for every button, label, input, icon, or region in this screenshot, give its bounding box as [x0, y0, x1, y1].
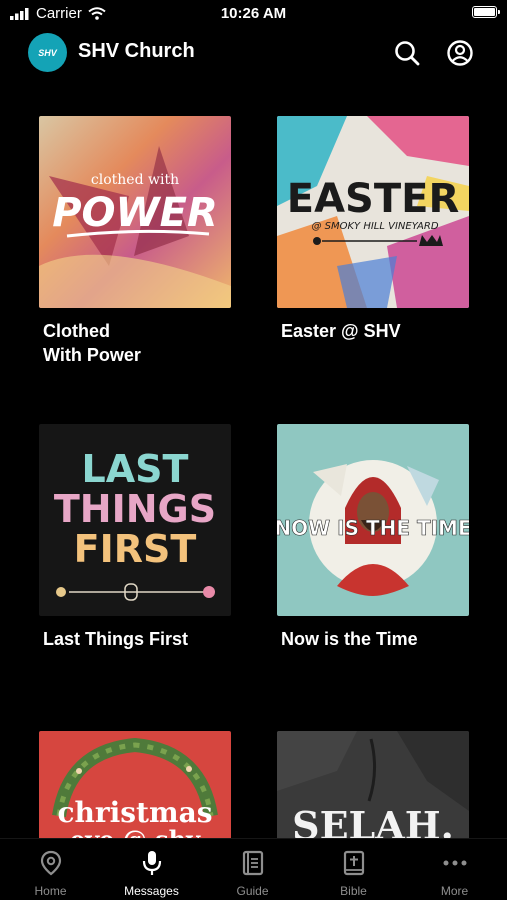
tab-label: Messages [124, 884, 179, 898]
series-title: Now is the Time [281, 629, 418, 649]
tab-guide[interactable]: Guide [202, 839, 303, 900]
artwork-text: @ SMOKY HILL VINEYARD [311, 221, 438, 232]
series-artwork: clothed with POWER [39, 116, 231, 308]
tab-messages[interactable]: Messages [101, 839, 202, 900]
series-title: Clothed With Power [43, 321, 141, 365]
battery-icon [472, 6, 500, 18]
microphone-icon [142, 851, 162, 875]
status-bar: Carrier 10:26 AM [0, 0, 507, 28]
logo-text: SHV [38, 47, 57, 58]
status-time: 10:26 AM [220, 5, 287, 22]
artwork-text: LAST [82, 447, 189, 491]
series-artwork: EASTER @ SMOKY HILL VINEYARD [277, 116, 469, 308]
artwork-text: clothed with [91, 172, 179, 188]
artwork-text: THINGS [54, 487, 216, 531]
tab-label: Bible [340, 884, 367, 898]
account-icon[interactable] [445, 38, 475, 68]
tab-bar: Home Messages Guide Bible More [0, 838, 507, 900]
search-icon[interactable] [392, 38, 422, 68]
tab-bible[interactable]: Bible [303, 839, 404, 900]
tab-label: Guide [236, 884, 269, 898]
more-dots-icon [443, 860, 467, 866]
tab-label: More [440, 884, 469, 898]
series-artwork: LAST THINGS FIRST [39, 424, 231, 616]
artwork-text: EASTER [287, 176, 460, 222]
app-title: SHV Church [78, 40, 195, 62]
series-artwork: NOW IS THE TIME [277, 424, 469, 616]
artwork-text: NOW IS THE TIME [277, 516, 469, 540]
artwork-text: POWER [52, 190, 218, 236]
bible-icon [343, 850, 365, 876]
tab-more[interactable]: More [404, 839, 505, 900]
book-icon [242, 850, 264, 876]
series-title: Last Things First [43, 629, 189, 649]
tab-label: Home [34, 884, 67, 898]
church-logo: SHV [28, 33, 67, 72]
location-pin-icon [40, 850, 62, 876]
app-screen: Carrier 10:26 AM SHV SHV Church clothed … [0, 0, 507, 900]
tab-home[interactable]: Home [0, 839, 101, 900]
app-header: SHV SHV Church [0, 28, 507, 78]
series-title: Easter @ SHV [281, 321, 401, 341]
artwork-text: FIRST [74, 527, 197, 571]
